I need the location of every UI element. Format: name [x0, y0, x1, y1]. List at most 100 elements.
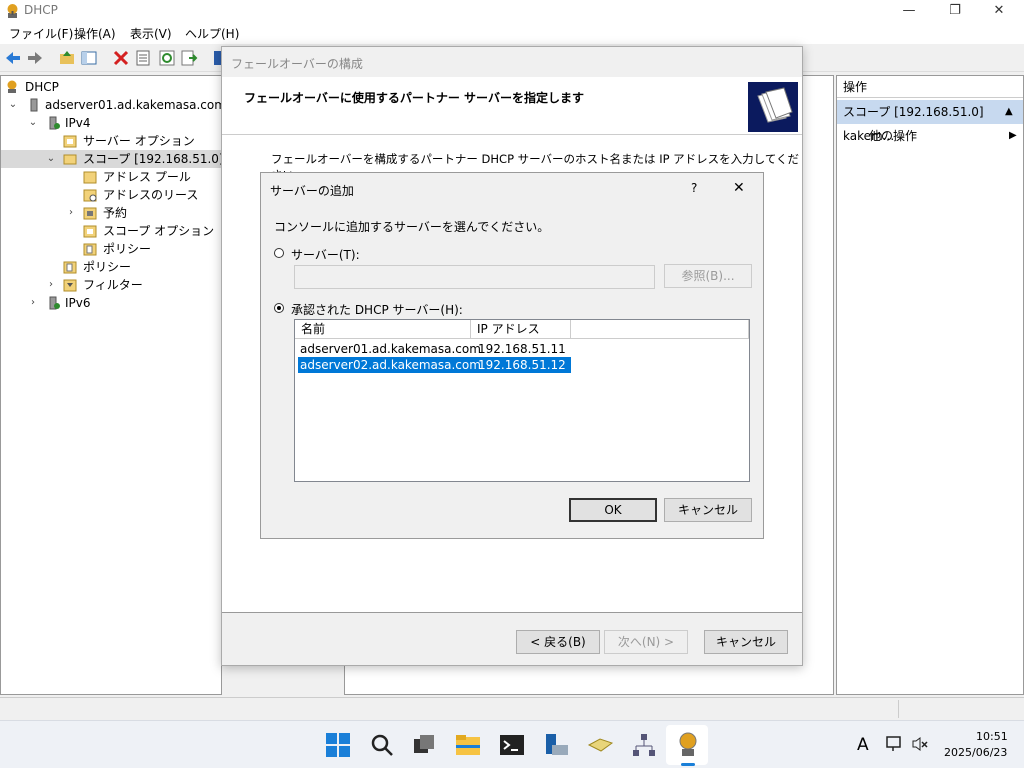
dialog-close-button[interactable]: ✕	[733, 180, 745, 196]
tree-label: アドレスのリース	[103, 188, 199, 202]
dhcp-icon	[7, 80, 17, 93]
wizard-cancel-button[interactable]: キャンセル	[704, 630, 788, 654]
list-item-ip: 192.168.51.12	[478, 358, 566, 372]
server-input[interactable]	[294, 265, 655, 289]
chevron-right-icon[interactable]: ›	[45, 276, 57, 294]
refresh-icon[interactable]	[158, 49, 176, 67]
dialog-title: サーバーの追加	[270, 184, 354, 198]
list-item[interactable]: adserver01.ad.kakemasa.com 192.168.51.11	[298, 341, 571, 357]
list-item-name: adserver02.ad.kakemasa.com	[300, 358, 481, 372]
chevron-right-icon[interactable]: ›	[27, 294, 39, 312]
dns-icon[interactable]	[586, 731, 614, 759]
actions-more-label: 他の操作	[869, 129, 918, 143]
policy-icon	[83, 243, 97, 256]
chevron-down-icon[interactable]: ⌄	[27, 114, 39, 132]
actions-more-item[interactable]: 他の操作 ▶	[869, 126, 1019, 146]
server-icon	[30, 98, 38, 112]
policy-icon	[63, 261, 77, 274]
dialog-help-button[interactable]: ?	[691, 181, 697, 195]
back-icon[interactable]	[4, 49, 22, 67]
address-leases-icon	[83, 189, 97, 202]
ipv4-icon	[49, 116, 60, 130]
authorized-servers-radio[interactable]	[274, 303, 284, 313]
tree-label: ポリシー	[83, 260, 132, 274]
ime-indicator[interactable]: A	[857, 735, 869, 755]
reservations-icon	[83, 207, 97, 220]
ok-button[interactable]: OK	[569, 498, 657, 522]
column-header-ip[interactable]: IP アドレス	[471, 320, 571, 339]
server-manager-icon[interactable]	[542, 731, 570, 759]
console-tree: DHCP ⌄ adserver01.ad.kakemasa.com ⌄ IPv4…	[0, 75, 260, 695]
wizard-heading: フェールオーバーに使用するパートナー サーバーを指定します	[244, 91, 584, 105]
file-explorer-icon[interactable]	[454, 731, 482, 759]
properties-icon[interactable]	[134, 49, 152, 67]
wizard-title-bar: フェールオーバーの構成	[222, 47, 802, 77]
column-header-empty	[571, 320, 749, 339]
chevron-right-icon[interactable]: ›	[65, 204, 77, 222]
submenu-arrow-icon: ▶	[1009, 130, 1017, 141]
tree-label: アドレス プール	[103, 170, 191, 184]
delete-icon[interactable]	[112, 49, 130, 67]
authorized-servers-list[interactable]: 名前 IP アドレス adserver01.ad.kakemasa.com 19…	[294, 319, 750, 482]
export-list-icon[interactable]	[180, 49, 198, 67]
menu-view[interactable]: 表示(V)	[130, 25, 172, 42]
server-radio[interactable]	[274, 248, 284, 258]
list-item-selected[interactable]: adserver02.ad.kakemasa.com 192.168.51.12	[298, 357, 571, 373]
search-icon[interactable]	[368, 731, 396, 759]
actions-header: 操作	[837, 76, 1023, 98]
address-pool-icon	[83, 171, 97, 184]
actions-scope-item[interactable]: スコープ [192.168.51.0] kakem... ▲	[837, 100, 1023, 143]
back-button[interactable]: < 戻る(B)	[516, 630, 600, 654]
tree-label: IPv4	[65, 116, 91, 130]
tree-label: 予約	[103, 206, 128, 220]
tree-label: スコープ オプション	[103, 224, 215, 238]
list-item-name: adserver01.ad.kakemasa.com	[300, 342, 481, 356]
forward-icon[interactable]	[26, 49, 44, 67]
tree-item-scope[interactable]: ⌄ スコープ [192.168.51.0] kaker	[1, 150, 260, 168]
active-indicator	[681, 763, 695, 766]
tree-label: IPv6	[65, 296, 91, 310]
dhcp-taskbar-icon[interactable]	[674, 731, 702, 759]
menu-bar: ファイル(F) 操作(A) 表示(V) ヘルプ(H)	[0, 22, 1024, 44]
column-header-name[interactable]: 名前	[295, 320, 471, 339]
minimize-button[interactable]: —	[886, 0, 932, 22]
up-folder-icon[interactable]	[58, 49, 76, 67]
clock-date[interactable]: 2025/06/23	[944, 746, 1007, 759]
actions-pane: 操作 スコープ [192.168.51.0] kakem... ▲ 他の操作 ▶	[836, 75, 1024, 695]
wizard-title: フェールオーバーの構成	[231, 57, 363, 71]
start-icon[interactable]	[324, 731, 352, 759]
list-item-ip: 192.168.51.11	[478, 342, 566, 356]
volume-muted-icon[interactable]	[911, 735, 929, 753]
dhcp-app-icon	[7, 4, 18, 18]
filter-icon	[63, 279, 77, 292]
wizard-header: フェールオーバーに使用するパートナー サーバーを指定します	[222, 77, 802, 135]
folder-icon	[63, 154, 77, 165]
network-tool-icon[interactable]	[630, 731, 658, 759]
window-title: DHCP	[24, 3, 58, 17]
menu-action[interactable]: 操作(A)	[74, 25, 116, 42]
terminal-icon[interactable]	[498, 731, 526, 759]
menu-file[interactable]: ファイル(F)	[9, 25, 73, 42]
ipv6-icon	[49, 296, 60, 310]
taskbar: A 10:51 2025/06/23	[0, 720, 1024, 768]
tree-label: フィルター	[83, 278, 143, 292]
dialog-prompt: コンソールに追加するサーバーを選んでください。	[274, 220, 550, 234]
dialog-cancel-button[interactable]: キャンセル	[664, 498, 752, 522]
close-button[interactable]: ✕	[976, 0, 1022, 22]
tree-label: ポリシー	[103, 242, 152, 256]
next-button[interactable]: 次へ(N) >	[604, 630, 688, 654]
status-divider	[898, 700, 899, 718]
clock-time[interactable]: 10:51	[976, 730, 1008, 743]
browse-button[interactable]: 参照(B)...	[664, 264, 752, 288]
maximize-button[interactable]: ❐	[932, 0, 978, 22]
menu-help[interactable]: ヘルプ(H)	[185, 25, 239, 42]
chevron-down-icon[interactable]: ⌄	[7, 96, 19, 114]
chevron-down-icon[interactable]: ⌄	[45, 150, 57, 168]
task-view-icon[interactable]	[410, 731, 438, 759]
collapse-up-icon[interactable]: ▲	[1005, 100, 1013, 124]
network-icon[interactable]	[885, 735, 903, 753]
options-icon	[83, 225, 97, 238]
show-hide-tree-icon[interactable]	[80, 49, 98, 67]
server-radio-label: サーバー(T):	[291, 248, 360, 262]
tree-label: DHCP	[25, 80, 59, 94]
